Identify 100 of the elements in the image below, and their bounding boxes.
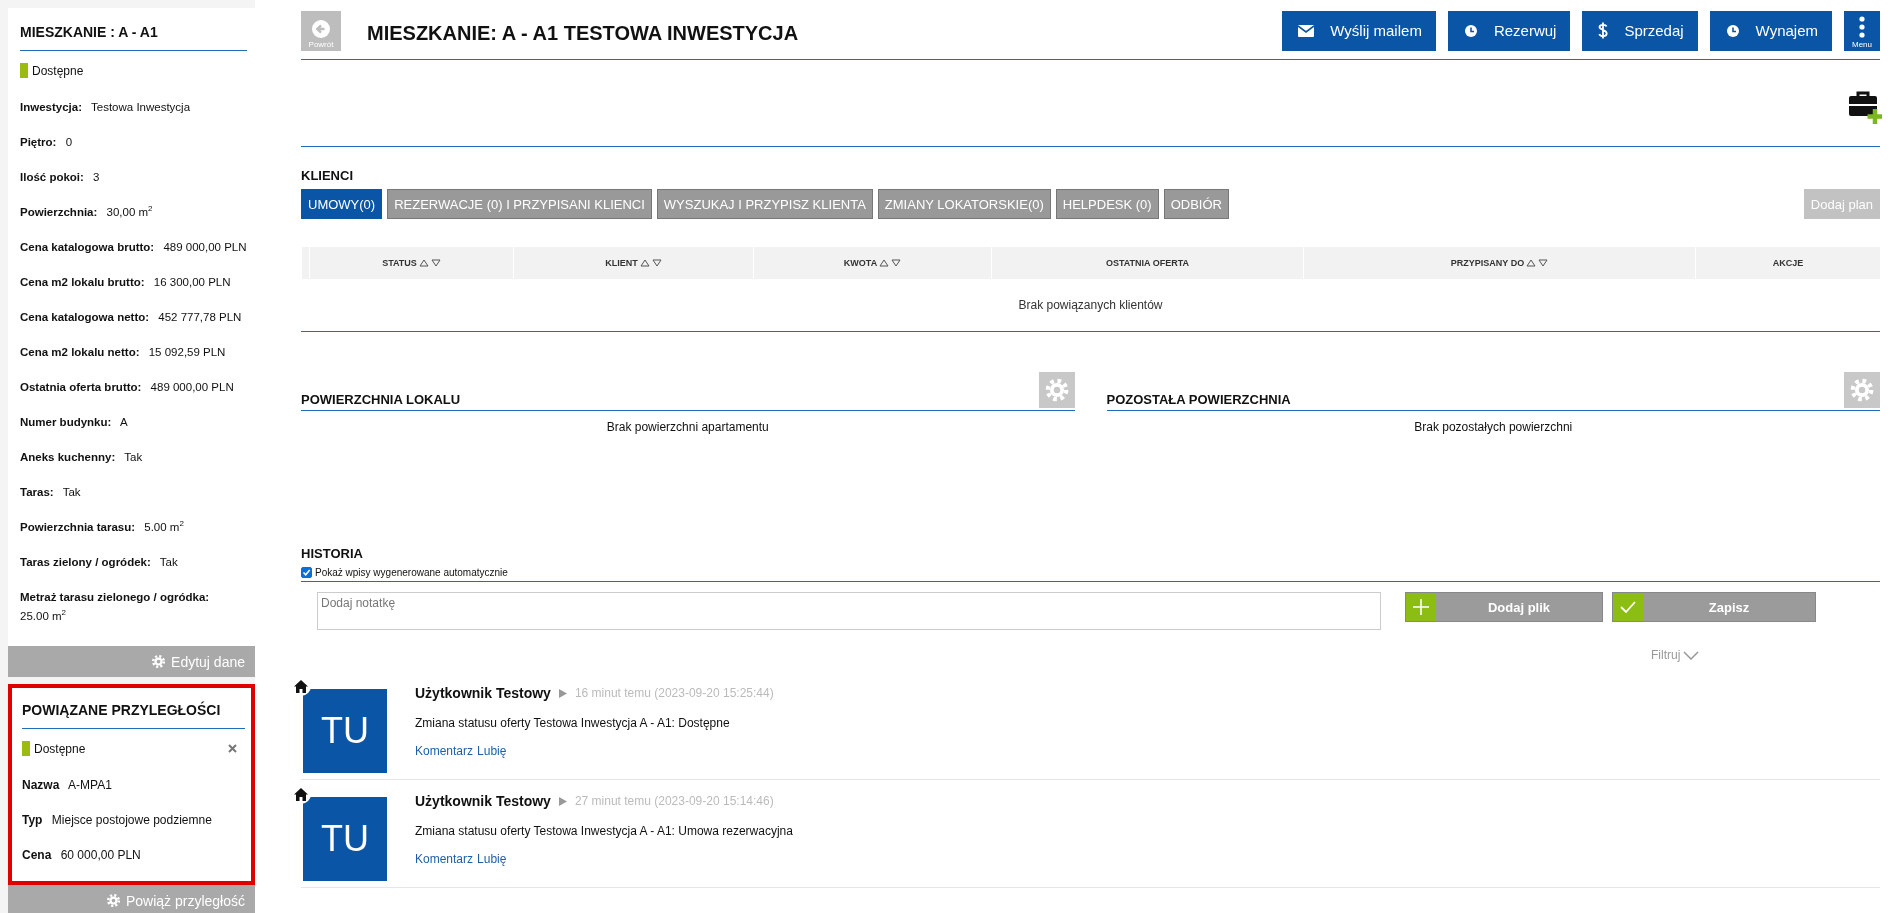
field-label: Aneks kuchenny: (20, 451, 116, 463)
play-icon (558, 796, 567, 806)
tab[interactable]: HELPDESK (0) (1055, 189, 1159, 219)
field-label: Ostatnia oferta brutto: (20, 381, 142, 393)
status-label: Dostępne (34, 741, 86, 756)
section-title: HISTORIA (301, 546, 364, 561)
column-header: KWOTA (843, 258, 878, 268)
tab[interactable]: ZMIANY LOKATORSKIE(0) (877, 189, 1051, 219)
sort-icon[interactable] (639, 259, 662, 267)
field-value: 489 000,00 PLN (150, 381, 234, 393)
field-label: Taras: (20, 486, 54, 498)
field-value: A (119, 416, 128, 428)
menu-icon (1859, 15, 1865, 38)
entry-link[interactable]: Komentarz (415, 744, 474, 758)
checkbox-label: Pokaż wpisy wygenerowane automatycznie (315, 567, 508, 578)
field-value: 60 000,00 PLN (60, 848, 141, 862)
entry-link[interactable]: Lubię (477, 744, 507, 758)
save-button[interactable]: Zapisz (1612, 592, 1816, 622)
field-value: 25.00 m$^{2}$ (20, 610, 66, 622)
empty-message: Brak powiązanych klientów (1018, 298, 1163, 312)
field-value: 15 092,59 PLN (148, 346, 226, 358)
tab[interactable]: UMOWY(0) (301, 189, 383, 219)
column-header: PRZYPISANY DO (1450, 258, 1525, 268)
card-title: MIESZKANIE : A - A1 (20, 18, 247, 51)
field-label: Cena m2 lokalu brutto: (20, 276, 145, 288)
column-header: KLIENT (605, 258, 638, 268)
home-icon (294, 787, 308, 801)
timestamp: 16 minut temu (2023-09-20 15:25:44) (574, 686, 774, 700)
avatar: TU (303, 797, 387, 881)
link-button[interactable]: Powiąż przyległość (8, 885, 255, 913)
page-title: MIESZKANIE: A - A1 TESTOWA INWESTYCJA (367, 21, 800, 45)
field-value: Testowa Inwestycja (91, 101, 191, 113)
field-value: 16 300,00 PLN (153, 276, 231, 288)
entry-text: Zmiana statusu oferty Testowa Inwestycja A - A1: Dostępne (415, 716, 731, 730)
field-label: Metraż tarasu zielonego / ogródka: (20, 591, 210, 603)
entry-text: Zmiana statusu oferty Testowa Inwestycja A - A1: Umowa rezerwacyjna (415, 824, 793, 838)
filter-link[interactable]: Filtruj (1651, 648, 1700, 662)
field-value: 452 777,78 PLN (158, 311, 242, 323)
field-label: Powierzchnia tarasu: (20, 521, 136, 533)
field-value: 3 (93, 171, 100, 183)
dollar-icon (1598, 22, 1609, 39)
edit-button[interactable]: Edytuj dane (8, 646, 255, 677)
chevron-down-icon (1683, 650, 1700, 660)
field-label: Powierzchnia: (20, 206, 98, 218)
user-name: Użytkownik Testowy (415, 793, 551, 809)
entry-link[interactable]: Lubię (477, 852, 507, 866)
gear-icon (105, 893, 121, 908)
field-value: Tak (62, 486, 81, 498)
user-name: Użytkownik Testowy (415, 685, 551, 701)
column-header: AKCJE (1772, 258, 1804, 268)
sort-icon[interactable] (879, 259, 902, 267)
tab[interactable]: ODBIÓR (1163, 189, 1229, 219)
gear-icon (1849, 377, 1875, 403)
menu-button[interactable]: Menu (1844, 10, 1880, 51)
status-label: Dostępne (32, 63, 84, 78)
briefcase-add-icon[interactable] (1848, 90, 1882, 124)
field-label: Cena (22, 848, 52, 862)
action-button[interactable]: Wyślij mailem (1282, 10, 1436, 51)
sort-icon[interactable] (1526, 259, 1549, 267)
field-value: 0 (65, 136, 73, 148)
section-title: POWIERZCHNIA LOKALU (301, 392, 461, 407)
gear-icon (1043, 377, 1070, 403)
note-field[interactable]: Dodaj notatkę (317, 592, 1381, 630)
gear-icon (151, 654, 167, 669)
entry-link[interactable]: Komentarz (415, 852, 474, 866)
field-label: Numer budynku: (20, 416, 112, 428)
action-button[interactable]: Wynajem (1709, 10, 1832, 51)
field-value: Tak (124, 451, 143, 463)
field-value: 30,00 m$^{2}$ (106, 206, 153, 218)
close-icon[interactable] (228, 744, 237, 753)
sort-icon[interactable] (418, 259, 441, 267)
clock-icon (1463, 23, 1478, 38)
column-header: OSTATNIA OFERTA (1105, 258, 1190, 268)
back-button[interactable]: Powrót (301, 10, 341, 51)
timestamp: 27 minut temu (2023-09-20 15:14:46) (574, 794, 774, 808)
field-label: Nazwa (22, 778, 60, 792)
add-file-button[interactable]: Dodaj plik (1405, 592, 1603, 622)
field-label: Cena m2 lokalu netto: (20, 346, 140, 358)
checkbox[interactable] (301, 567, 312, 578)
avatar: TU (303, 689, 387, 773)
field-label: Inwestycja: (20, 101, 82, 113)
section-title: POZOSTAŁA POWIERZCHNIA (1106, 392, 1291, 407)
check-icon (1620, 601, 1636, 613)
field-value: A-MPA1 (68, 778, 112, 792)
clock-icon (1725, 23, 1740, 38)
field-label: Typ (22, 813, 43, 827)
empty-message: Brak pozostałych powierzchni (1414, 420, 1573, 434)
field-label: Ilość pokoi: (20, 171, 84, 183)
envelope-icon (1298, 24, 1315, 37)
field-value: 489 000,00 PLN (163, 241, 247, 253)
field-label: Piętro: (20, 136, 57, 148)
field-label: Cena katalogowa netto: (20, 311, 150, 323)
field-value: 5.00 m$^{2}$ (144, 521, 184, 533)
action-button[interactable]: Rezerwuj (1447, 10, 1571, 51)
tab[interactable]: REZERWACJE (0) I PRZYPISANI KLIENCI (387, 189, 652, 219)
plus-icon (1413, 599, 1429, 615)
action-button[interactable]: Sprzedaj (1582, 10, 1698, 51)
card-title: POWIĄZANE PRZYLEGŁOŚCI (22, 696, 245, 729)
tab[interactable]: WYSZUKAJ I PRZYPISZ KLIENTA (656, 189, 873, 219)
empty-message: Brak powierzchni apartamentu (606, 420, 769, 434)
